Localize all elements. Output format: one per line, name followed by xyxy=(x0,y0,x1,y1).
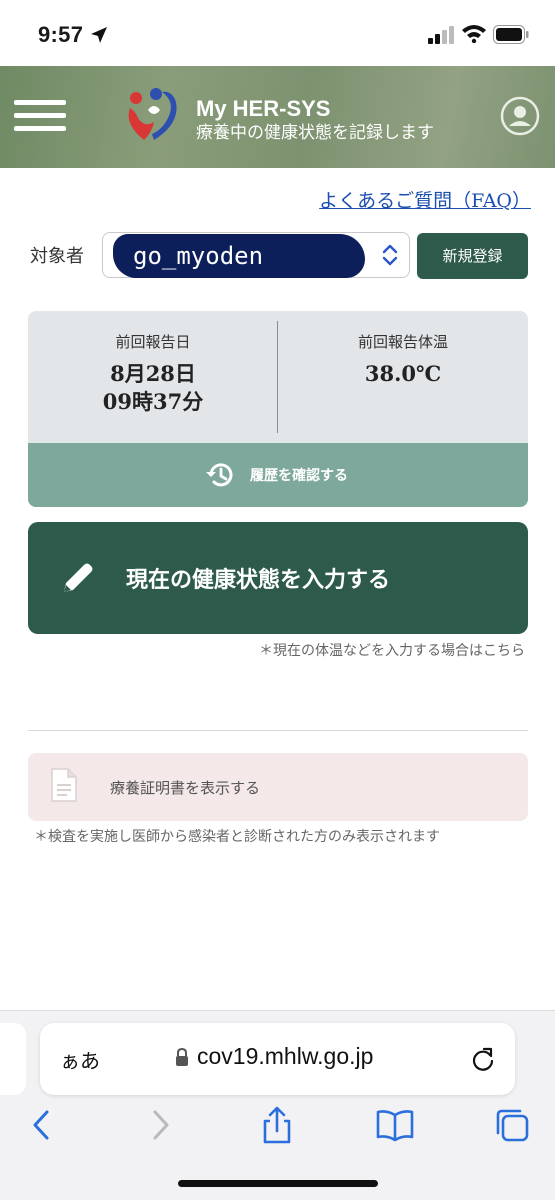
share-icon[interactable] xyxy=(257,1105,297,1145)
subject-select[interactable]: go_myoden xyxy=(102,232,410,278)
report-card: 前回報告日 8月28日 09時37分 前回報告体温 38.0℃ 履歴を確認する xyxy=(28,311,528,507)
pencil-icon xyxy=(64,563,93,592)
url-text[interactable]: cov19.mhlw.go.jp xyxy=(197,1043,373,1070)
last-report-date-label: 前回報告日 xyxy=(115,333,191,351)
user-avatar-icon[interactable] xyxy=(500,96,540,136)
history-clock-icon xyxy=(206,463,233,487)
status-bar: 9:57 xyxy=(0,0,555,66)
her-sys-logo xyxy=(128,88,177,140)
faq-link[interactable]: よくあるご質問（FAQ） xyxy=(319,186,531,213)
home-indicator xyxy=(178,1180,378,1187)
input-health-label: 現在の健康状態を入力する xyxy=(126,568,391,593)
hamburger-menu-icon[interactable] xyxy=(14,100,66,134)
app-subtitle: 療養中の健康状態を記録します xyxy=(196,123,434,143)
bookmarks-icon[interactable] xyxy=(375,1105,415,1145)
last-report-temp: 前回報告体温 38.0℃ xyxy=(278,311,528,443)
last-report-date-time: 09時37分 xyxy=(102,389,204,414)
last-report-temp-value: 38.0℃ xyxy=(364,361,442,386)
certificate-label: 療養証明書を表示する xyxy=(110,779,261,797)
history-label: 履歴を確認する xyxy=(250,468,348,484)
last-report-date-day: 8月28日 xyxy=(110,361,196,386)
status-time: 9:57 xyxy=(38,22,84,47)
last-report-temp-label: 前回報告体温 xyxy=(357,333,448,351)
battery-icon xyxy=(493,25,529,44)
reload-icon[interactable] xyxy=(470,1046,496,1072)
section-divider xyxy=(28,730,528,731)
page-settings-button[interactable]: ぁあ xyxy=(60,1045,100,1074)
tabs-icon[interactable] xyxy=(492,1105,532,1145)
previous-tab-preview[interactable] xyxy=(0,1023,26,1095)
certificate-note: ＊検査を実施し医師から感染者と診断された方のみ表示されます xyxy=(34,829,440,845)
subject-value: go_myoden xyxy=(113,234,365,278)
app-header: My HER-SYS 療養中の健康状態を記録します xyxy=(0,66,555,168)
location-arrow-icon xyxy=(91,27,107,43)
history-button[interactable]: 履歴を確認する xyxy=(28,443,528,507)
address-bar[interactable]: ぁあ cov19.mhlw.go.jp xyxy=(40,1023,515,1095)
forward-icon[interactable] xyxy=(140,1105,180,1145)
browser-toolbar: ぁあ cov19.mhlw.go.jp xyxy=(0,1010,555,1200)
certificate-button[interactable]: 療養証明書を表示する xyxy=(28,753,528,821)
lock-icon xyxy=(176,1047,188,1066)
input-health-button[interactable]: 現在の健康状態を入力する xyxy=(28,522,528,634)
wifi-icon xyxy=(462,25,486,43)
document-icon xyxy=(51,768,77,802)
chevron-up-down-icon xyxy=(382,244,398,266)
input-health-note: ＊現在の体温などを入力する場合はこちら xyxy=(259,643,525,659)
cellular-signal-icon xyxy=(428,26,454,44)
back-icon[interactable] xyxy=(22,1105,62,1145)
subject-label: 対象者 xyxy=(30,246,84,267)
last-report-date: 前回報告日 8月28日 09時37分 xyxy=(28,311,278,443)
last-report-date-value: 8月28日 09時37分 xyxy=(28,360,278,416)
register-button[interactable]: 新規登録 xyxy=(417,233,528,279)
